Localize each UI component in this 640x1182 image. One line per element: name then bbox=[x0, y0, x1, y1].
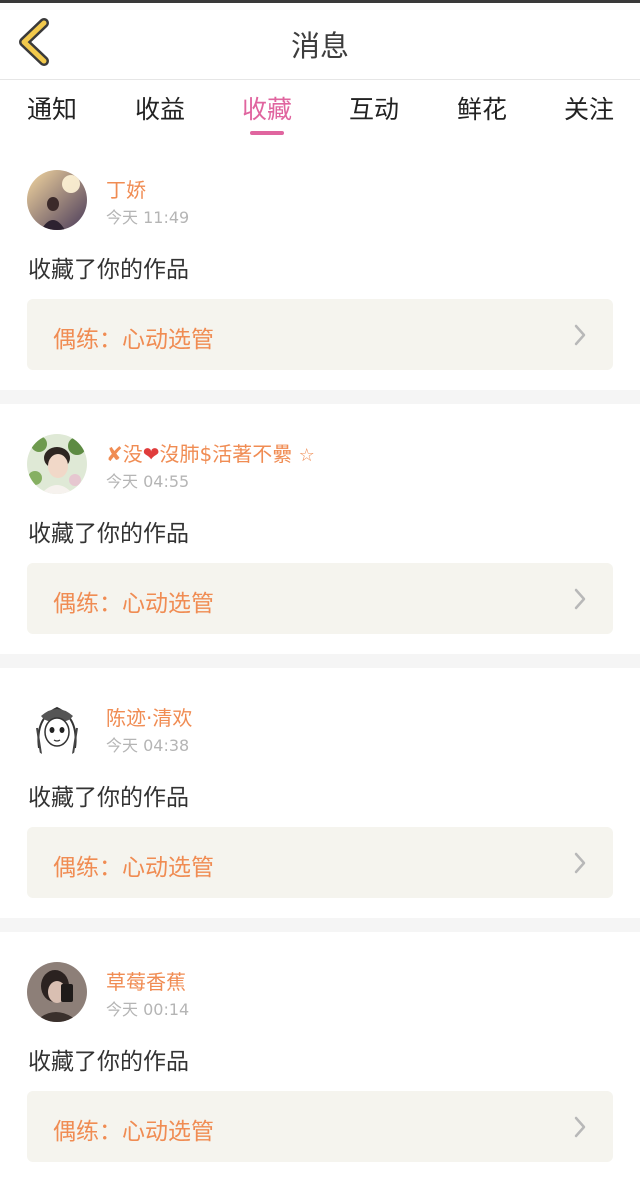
chevron-right-icon bbox=[574, 1116, 586, 1138]
work-link[interactable]: 偶练：心动选管 bbox=[27, 563, 613, 634]
page-title: 消息 bbox=[290, 29, 349, 63]
list-item: 陈迹·清欢 今天 04:38 收藏了你的作品 偶练：心动选管 bbox=[0, 668, 640, 918]
chevron-right-icon bbox=[574, 324, 586, 346]
work-title: 偶练：心动选管 bbox=[53, 1119, 214, 1145]
avatar-image-icon bbox=[27, 434, 87, 494]
active-tab-indicator bbox=[250, 131, 284, 135]
username[interactable]: 草莓香蕉 bbox=[106, 966, 186, 995]
work-title: 偶练：心动选管 bbox=[53, 855, 214, 881]
star-icon: ☆ bbox=[298, 445, 315, 466]
username-prefix: ✘没 bbox=[106, 442, 143, 466]
chevron-right-icon bbox=[574, 588, 586, 610]
tab-follows[interactable]: 关注 bbox=[561, 90, 617, 134]
header-bar: 消息 bbox=[0, 3, 640, 80]
work-link[interactable]: 偶练：心动选管 bbox=[27, 1091, 613, 1162]
timestamp: 今天 04:55 bbox=[106, 472, 190, 491]
avatar-image-icon bbox=[27, 698, 87, 758]
avatar[interactable] bbox=[27, 170, 87, 230]
action-text: 收藏了你的作品 bbox=[28, 521, 189, 547]
avatar[interactable] bbox=[27, 434, 87, 494]
avatar-image-icon bbox=[27, 170, 87, 230]
tab-interactions[interactable]: 互动 bbox=[346, 90, 402, 134]
username-rest: 沒肺$活著不纍 bbox=[159, 442, 293, 466]
action-text: 收藏了你的作品 bbox=[28, 785, 189, 811]
timestamp: 今天 00:14 bbox=[106, 1000, 190, 1019]
work-title: 偶练：心动选管 bbox=[53, 591, 214, 617]
tab-earnings[interactable]: 收益 bbox=[132, 90, 188, 134]
username[interactable]: 陈迹·清欢 bbox=[106, 702, 192, 731]
work-link[interactable]: 偶练：心动选管 bbox=[27, 299, 613, 370]
work-title: 偶练：心动选管 bbox=[53, 327, 214, 353]
work-link[interactable]: 偶练：心动选管 bbox=[27, 827, 613, 898]
tab-flowers[interactable]: 鲜花 bbox=[454, 90, 510, 134]
tab-notifications[interactable]: 通知 bbox=[24, 90, 80, 134]
avatar[interactable] bbox=[27, 698, 87, 758]
timestamp: 今天 04:38 bbox=[106, 736, 190, 755]
action-text: 收藏了你的作品 bbox=[28, 257, 189, 283]
list-item: ✘没❤沒肺$活著不纍 ☆ 今天 04:55 收藏了你的作品 偶练：心动选管 bbox=[0, 404, 640, 654]
avatar[interactable] bbox=[27, 962, 87, 1022]
list-item: 丁娇 今天 11:49 收藏了你的作品 偶练：心动选管 bbox=[0, 140, 640, 390]
avatar-image-icon bbox=[27, 962, 87, 1022]
username[interactable]: 丁娇 bbox=[106, 174, 146, 203]
chevron-right-icon bbox=[574, 852, 586, 874]
username[interactable]: ✘没❤沒肺$活著不纍 ☆ bbox=[106, 438, 315, 467]
tab-bar: 通知 收益 收藏 互动 鲜花 关注 bbox=[0, 80, 640, 140]
heart-icon: ❤ bbox=[142, 442, 160, 466]
timestamp: 今天 11:49 bbox=[106, 208, 190, 227]
tab-favorites[interactable]: 收藏 bbox=[239, 90, 295, 134]
action-text: 收藏了你的作品 bbox=[28, 1049, 189, 1075]
list-item: 草莓香蕉 今天 00:14 收藏了你的作品 偶练：心动选管 bbox=[0, 932, 640, 1182]
